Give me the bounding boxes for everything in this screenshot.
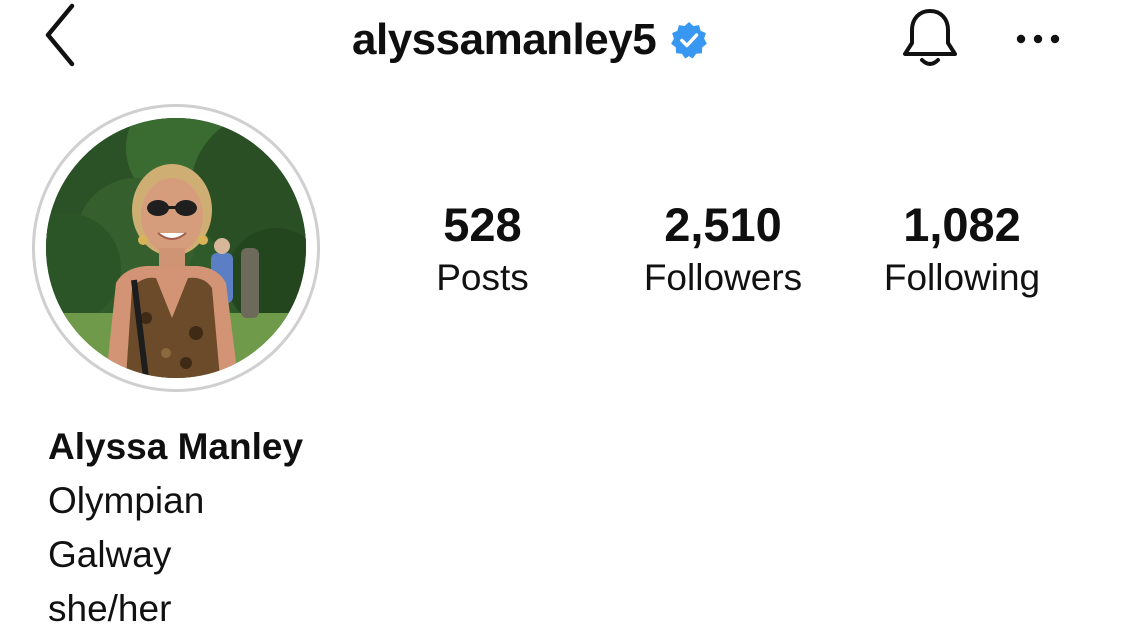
following-count[interactable]: 1,082 Following xyxy=(862,196,1062,302)
back-button[interactable] xyxy=(30,0,90,70)
following-value: 1,082 xyxy=(903,198,1021,251)
profile-bio: Alyssa Manley Olympian Galway she/her xyxy=(48,420,303,636)
notifications-bell-button[interactable] xyxy=(890,0,970,76)
bell-icon xyxy=(903,9,957,66)
more-options-button[interactable] xyxy=(1008,14,1068,64)
display-name: Alyssa Manley xyxy=(48,426,304,467)
posts-label: Posts xyxy=(436,257,529,298)
following-label: Following xyxy=(883,257,1041,298)
header-title: alyssamanley5 xyxy=(352,12,708,68)
followers-count[interactable]: 2,510 Followers xyxy=(618,196,828,302)
profile-photo xyxy=(46,118,306,378)
username: alyssamanley5 xyxy=(352,15,657,64)
chevron-left-icon xyxy=(45,3,75,67)
verified-badge-icon xyxy=(671,21,708,59)
posts-value: 528 xyxy=(443,198,522,251)
profile-header: alyssamanley5 xyxy=(0,0,1124,80)
avatar[interactable] xyxy=(46,118,306,378)
followers-label: Followers xyxy=(643,257,803,298)
bio-line: Olympian xyxy=(48,480,205,521)
followers-value: 2,510 xyxy=(664,198,782,251)
bio-line: she/her xyxy=(48,588,172,629)
profile-screen: alyssamanley5 528 Posts 2,510 Followers … xyxy=(0,0,1124,636)
bio-line: Galway xyxy=(48,534,172,575)
posts-count[interactable]: 528 Posts xyxy=(410,196,555,302)
more-horizontal-icon xyxy=(1016,34,1060,44)
